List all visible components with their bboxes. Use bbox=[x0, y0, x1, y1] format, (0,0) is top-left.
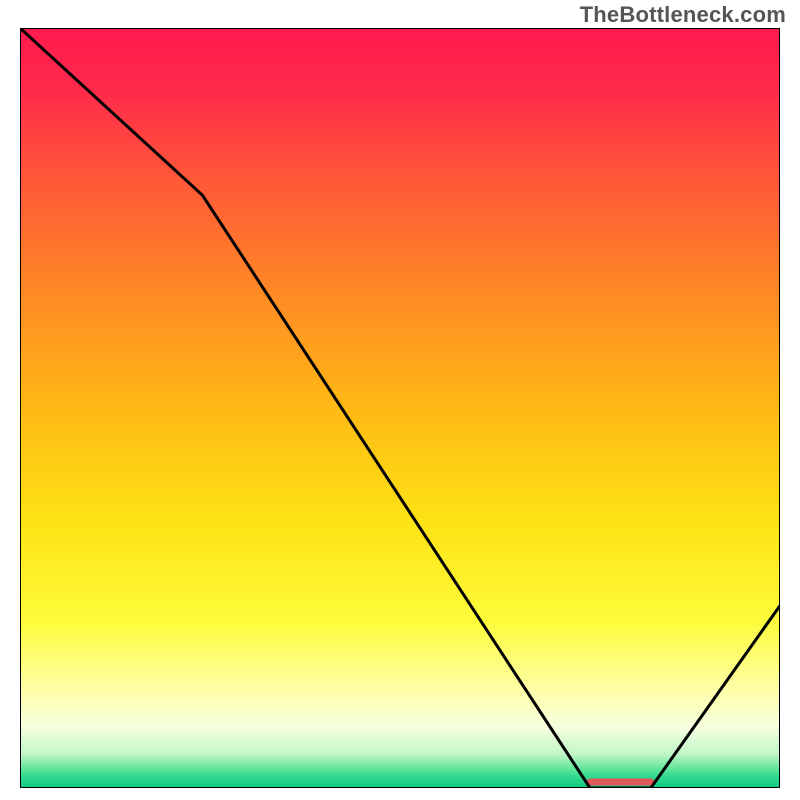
chart-svg bbox=[20, 28, 780, 788]
heat-background bbox=[20, 28, 780, 788]
plot-area bbox=[20, 28, 780, 788]
watermark-text: TheBottleneck.com bbox=[580, 2, 786, 28]
chart-root: TheBottleneck.com bbox=[0, 0, 800, 800]
